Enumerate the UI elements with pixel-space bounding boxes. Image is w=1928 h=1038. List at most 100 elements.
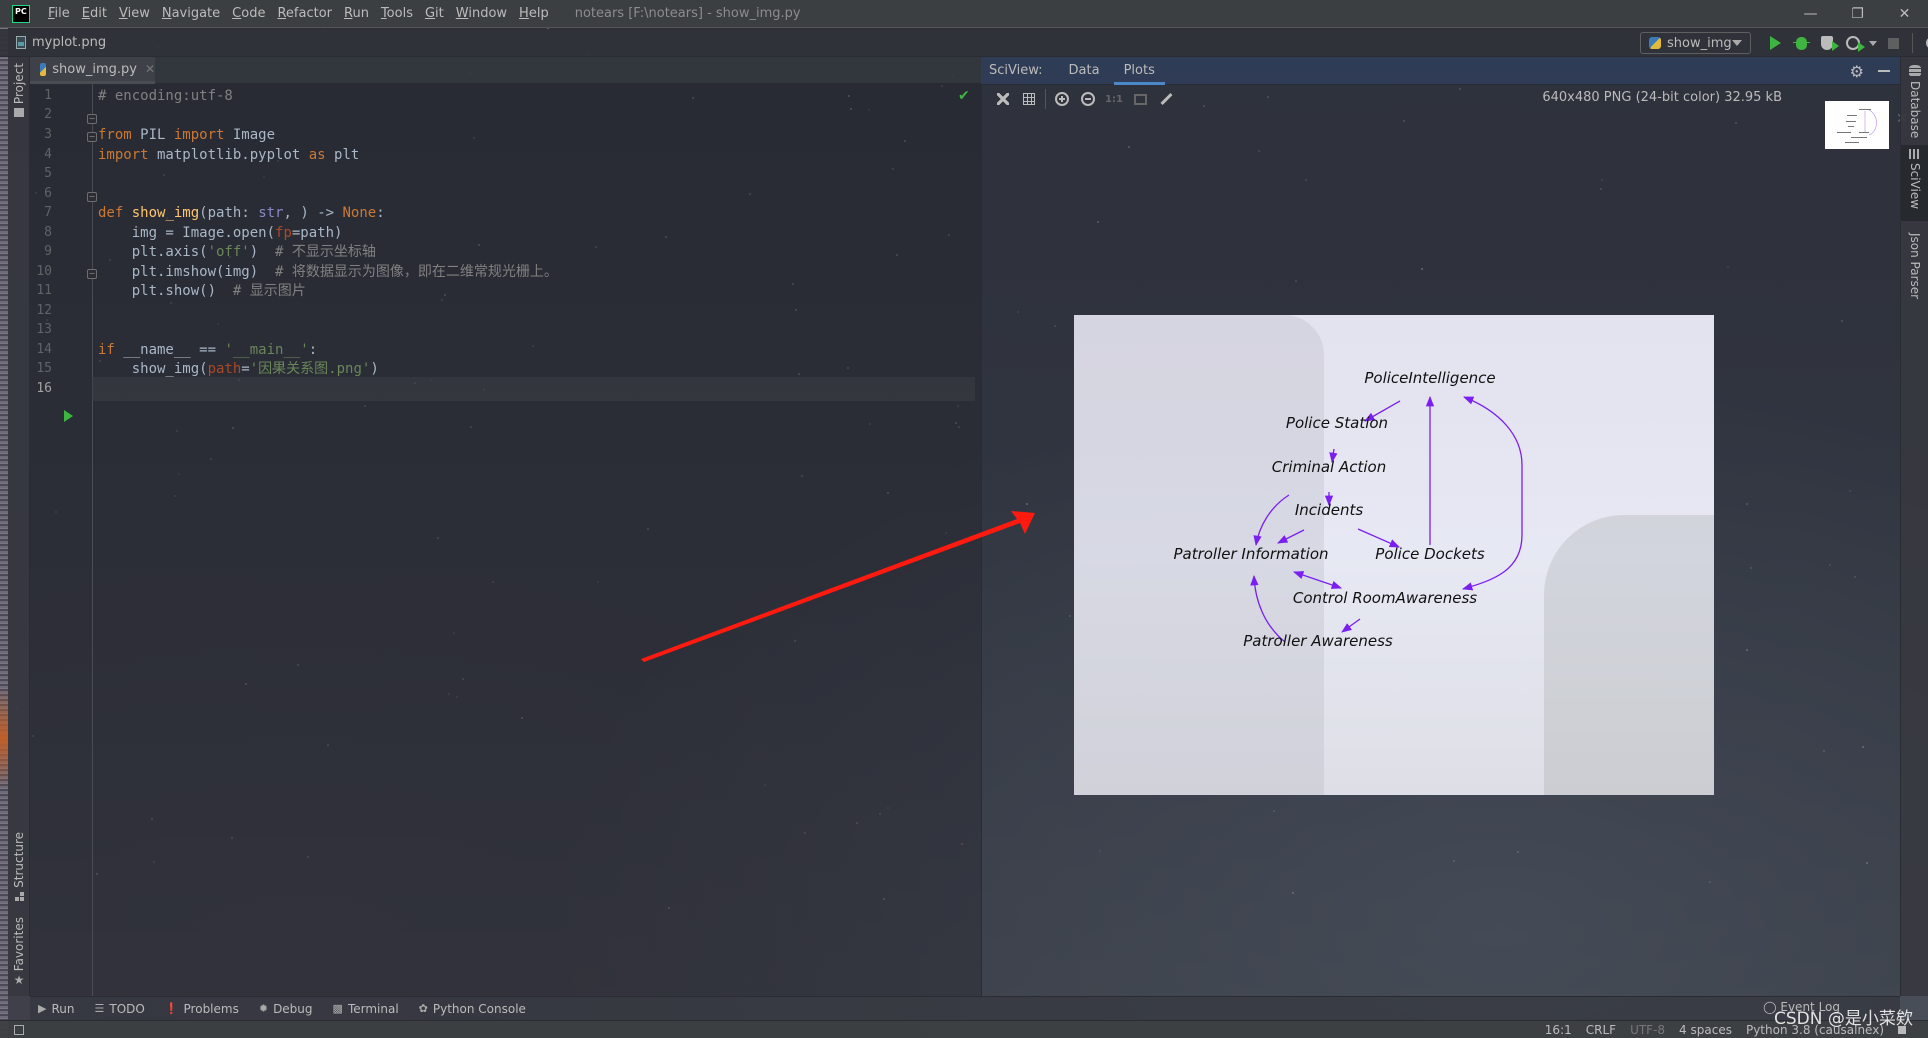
tool-window-label: Python Console: [432, 1001, 526, 1016]
menu-tools[interactable]: Tools: [375, 6, 419, 21]
tool-window-todo[interactable]: ☰ TODO: [94, 1002, 144, 1016]
plot-thumbnail[interactable]: [1825, 101, 1889, 149]
eyedropper-icon: [1159, 92, 1173, 106]
tool-tab-label: SciView: [1908, 163, 1922, 210]
menu-window[interactable]: Window: [450, 6, 513, 21]
tool-window-python-console[interactable]: ✿ Python Console: [419, 1002, 526, 1016]
tool-tab-json-parser[interactable]: Json Parser: [1901, 225, 1928, 305]
code-line-16-current[interactable]: [92, 377, 975, 401]
hide-panel-icon[interactable]: [1878, 70, 1890, 72]
run-configuration-label: show_img: [1667, 35, 1732, 51]
code-text: plt: [325, 147, 360, 163]
line-number: 5: [44, 166, 52, 181]
menu-code[interactable]: Code: [226, 6, 271, 21]
close-window-button[interactable]: ✕: [1881, 0, 1928, 28]
caret-position[interactable]: 16:1: [1545, 1023, 1572, 1037]
toggle-tool-windows-icon[interactable]: [14, 1024, 24, 1035]
fold-icon[interactable]: −: [87, 132, 97, 142]
tab-plots[interactable]: Plots: [1113, 57, 1166, 85]
close-tab-icon[interactable]: ✕: [145, 62, 155, 76]
zoom-out-button[interactable]: [1075, 87, 1101, 111]
menu-edit[interactable]: Edit: [76, 6, 113, 21]
code-text: plt.imshow(img): [98, 264, 276, 280]
sciview-header: SciView: Data Plots ⚙: [981, 57, 1900, 85]
fold-icon[interactable]: −: [87, 192, 97, 202]
search-everywhere-button[interactable]: [1919, 29, 1928, 57]
file-encoding[interactable]: UTF-8: [1630, 1023, 1665, 1037]
run-toolbar: [1762, 29, 1928, 57]
keyword: as: [308, 147, 326, 163]
gear-icon[interactable]: ⚙: [1850, 62, 1864, 81]
breadcrumb-file[interactable]: myplot.png: [32, 35, 106, 50]
tab-data[interactable]: Data: [1059, 57, 1110, 85]
color-picker-button[interactable]: [1153, 87, 1179, 111]
code-text: Image: [224, 127, 276, 143]
run-with-coverage-button[interactable]: [1814, 29, 1840, 57]
inspection-ok-icon[interactable]: ✔: [958, 88, 970, 104]
csdn-watermark: CSDN @是小菜欸: [1774, 1009, 1913, 1029]
menu-refactor[interactable]: Refactor: [271, 6, 338, 21]
node-police-intelligence: PoliceIntelligence: [1364, 369, 1495, 387]
line-number: 13: [36, 322, 52, 337]
tool-window-debug[interactable]: ✹ Debug: [259, 1002, 313, 1016]
editor-tab-label: show_img.py: [52, 61, 137, 77]
menu-file[interactable]: File: [42, 6, 76, 21]
menu-view[interactable]: View: [113, 6, 156, 21]
tool-tab-label: Database: [1908, 81, 1922, 139]
breadcrumb[interactable]: myplot.png: [16, 35, 106, 50]
profile-button[interactable]: [1840, 29, 1866, 57]
code-editor[interactable]: 1 2 3 4 5 6 7 8 9 10 11 12 13 14 15 16 − − − − ✔ # enco…: [30, 84, 981, 996]
tool-tab-structure[interactable]: Structure: [8, 832, 30, 901]
menu-help[interactable]: Help: [513, 6, 555, 21]
fit-window-button[interactable]: [1127, 87, 1153, 111]
line-number: 3: [44, 127, 52, 142]
fold-icon[interactable]: −: [87, 269, 97, 279]
edge-control-room-awareness-to-patroller-awareness: [1341, 618, 1361, 633]
menu-run[interactable]: Run: [338, 6, 375, 21]
tool-tab-project[interactable]: Project: [8, 63, 30, 118]
background-edge: [0, 28, 8, 1038]
tool-tab-sciview[interactable]: SciView: [1901, 145, 1928, 221]
zoom-in-button[interactable]: [1049, 87, 1075, 111]
tool-window-label: Problems: [183, 1001, 239, 1016]
actual-size-button[interactable]: 1:1: [1101, 87, 1127, 111]
run-button[interactable]: [1762, 29, 1788, 57]
fit-zoom-button[interactable]: [990, 87, 1016, 111]
indent-setting[interactable]: 4 spaces: [1679, 1023, 1732, 1037]
terminal-icon: ▩: [332, 1002, 343, 1015]
more-run-options-button[interactable]: [1866, 29, 1880, 57]
code-text: :: [376, 205, 385, 221]
window-title: notears [F:\notears] - show_img.py: [574, 6, 801, 21]
code-text: matplotlib.pyplot: [148, 147, 309, 163]
line-number: 6: [44, 186, 52, 201]
code-text: =: [241, 361, 250, 377]
plot-image[interactable]: PoliceIntelligence Police Station Criminal…: [1074, 315, 1714, 795]
line-separator[interactable]: CRLF: [1586, 1023, 1616, 1037]
tool-window-problems[interactable]: ❗ Problems: [165, 1002, 239, 1016]
line-number: 16: [36, 381, 52, 396]
run-configuration-select[interactable]: show_img: [1640, 32, 1751, 54]
comment: # encoding:utf-8: [98, 88, 233, 104]
coverage-icon: [1821, 36, 1839, 51]
image-info: 640x480 PNG (24-bit color) 32.95 kB: [1542, 90, 1782, 105]
pycharm-logo-icon[interactable]: PC: [12, 4, 30, 23]
menu-git[interactable]: Git: [419, 6, 450, 21]
sciview-title: SciView:: [989, 63, 1043, 78]
tool-tab-database[interactable]: Database: [1901, 61, 1928, 141]
run-gutter-icon[interactable]: [64, 410, 73, 422]
tool-tab-label: Favorites: [12, 917, 26, 972]
tool-window-terminal[interactable]: ▩ Terminal: [333, 1002, 399, 1016]
editor-tab-show-img[interactable]: show_img.py ✕: [30, 57, 155, 84]
tool-tab-favorites[interactable]: Favorites ★: [8, 917, 30, 987]
node-police-station: Police Station: [1286, 414, 1388, 432]
restore-button[interactable]: ❐: [1834, 0, 1881, 28]
tool-window-run[interactable]: ▶ Run: [38, 1002, 74, 1016]
right-tool-stripe: Database SciView Json Parser: [1900, 57, 1928, 996]
show-grid-button[interactable]: [1016, 87, 1042, 111]
minimize-button[interactable]: —: [1787, 0, 1834, 28]
fold-icon[interactable]: −: [87, 114, 97, 124]
debug-button[interactable]: [1788, 29, 1814, 57]
stop-button[interactable]: [1880, 29, 1906, 57]
menu-navigate[interactable]: Navigate: [156, 6, 226, 21]
